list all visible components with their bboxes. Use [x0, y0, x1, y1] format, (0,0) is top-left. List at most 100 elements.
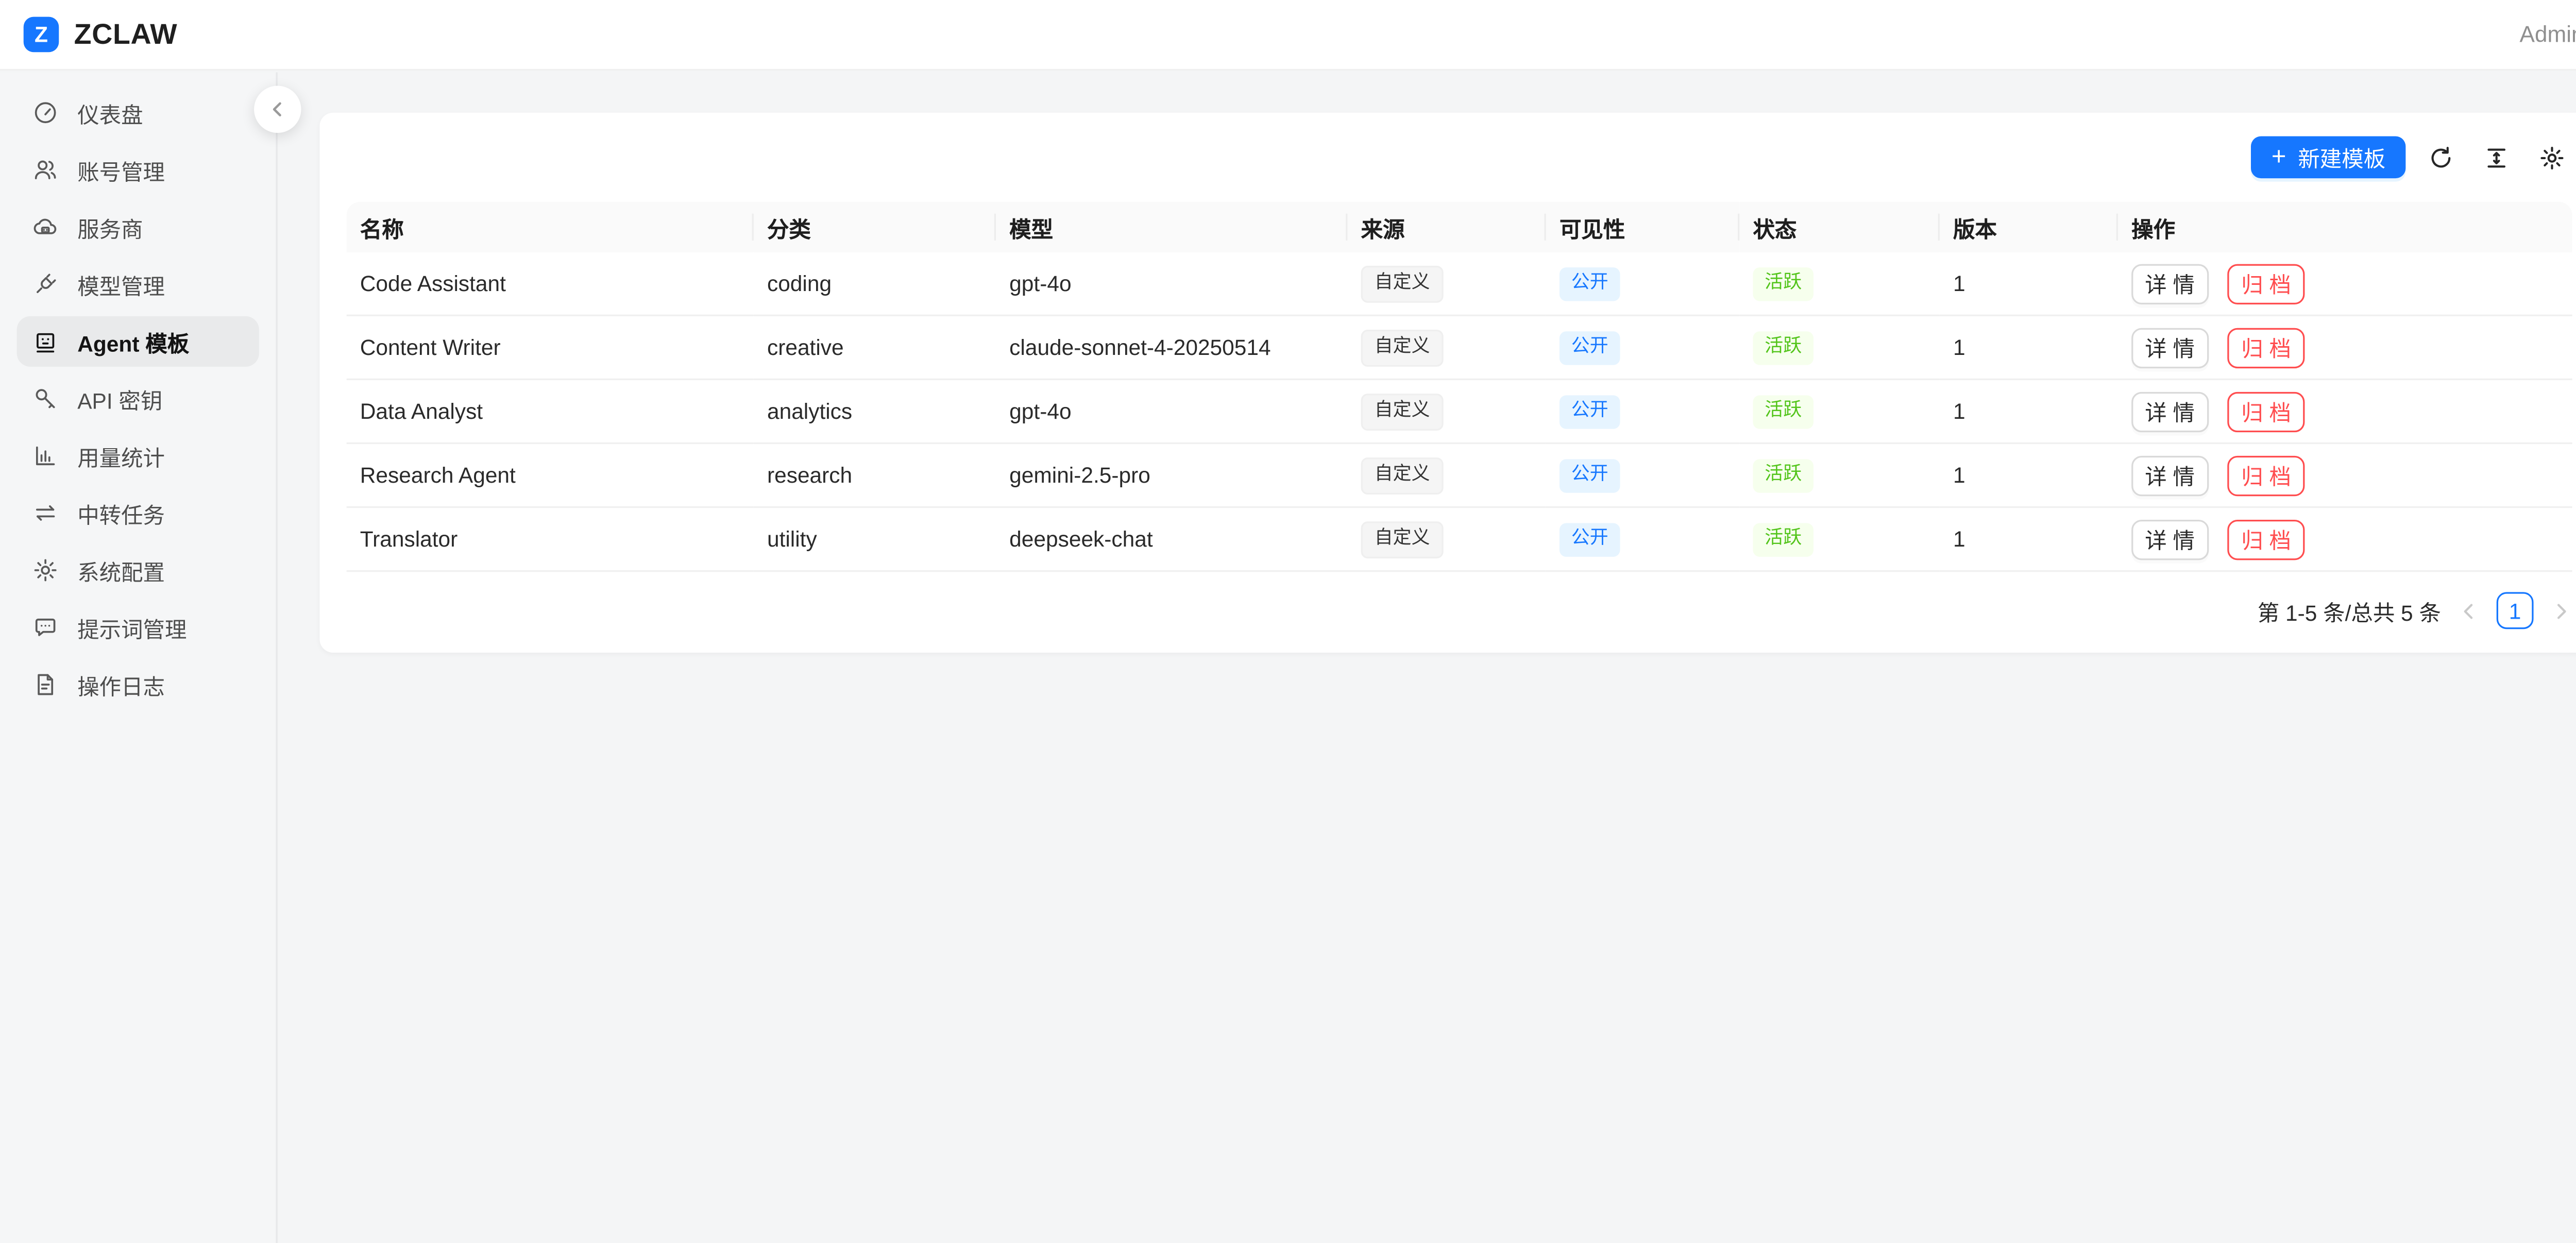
cell-category: creative — [754, 315, 996, 379]
cell-name: Code Assistant — [347, 252, 754, 315]
source-tag: 自定义 — [1361, 329, 1444, 366]
robot-icon — [32, 328, 59, 355]
refresh-icon-button[interactable] — [2426, 142, 2456, 173]
status-tag: 活跃 — [1753, 331, 1814, 364]
chevron-right-icon — [2550, 600, 2572, 621]
cell-name: Research Agent — [347, 443, 754, 507]
cell-category: utility — [754, 507, 996, 571]
new-template-label: 新建模板 — [2298, 141, 2385, 173]
status-tag: 活跃 — [1753, 458, 1814, 492]
app-root: Z ZCLAW Admin 仪表盘 账号管理 服务商 模型管理 Agent 模板… — [0, 0, 2576, 1243]
detail-button[interactable]: 详 情 — [2131, 455, 2208, 495]
sidebar-item-dashboard[interactable]: 仪表盘 — [17, 88, 259, 138]
main-content: + 新建模板 — [279, 72, 2576, 1243]
archive-button[interactable]: 归 档 — [2228, 327, 2304, 367]
table-row: Translator utility deepseek-chat 自定义 公开 … — [347, 507, 2572, 571]
cell-category: analytics — [754, 379, 996, 443]
table-header-row: 名称 分类 模型 来源 可见性 状态 版本 操作 — [347, 202, 2572, 252]
detail-button[interactable]: 详 情 — [2131, 263, 2208, 303]
cell-category: coding — [754, 252, 996, 315]
detail-button[interactable]: 详 情 — [2131, 519, 2208, 559]
swap-arrows-icon — [32, 500, 59, 526]
visibility-tag: 公开 — [1560, 395, 1620, 428]
archive-button[interactable]: 归 档 — [2228, 519, 2304, 559]
pagination-summary: 第 1-5 条/总共 5 条 — [2258, 594, 2441, 626]
message-icon — [32, 614, 59, 641]
status-tag: 活跃 — [1753, 267, 1814, 300]
archive-button[interactable]: 归 档 — [2228, 263, 2304, 303]
visibility-tag: 公开 — [1560, 267, 1620, 300]
cell-version: 1 — [1940, 315, 2118, 379]
pagination-next-button[interactable] — [2550, 600, 2572, 621]
detail-button[interactable]: 详 情 — [2131, 327, 2208, 367]
brand-name: ZCLAW — [74, 18, 178, 51]
column-height-icon-button[interactable] — [2481, 142, 2512, 173]
cell-name: Content Writer — [347, 315, 754, 379]
column-header-name: 名称 — [347, 202, 754, 252]
cell-version: 1 — [1940, 443, 2118, 507]
sidebar-item-models[interactable]: 模型管理 — [17, 259, 259, 310]
sidebar-item-label: 仪表盘 — [77, 97, 143, 129]
visibility-tag: 公开 — [1560, 331, 1620, 364]
refresh-icon — [2428, 144, 2454, 171]
templates-table: 名称 分类 模型 来源 可见性 状态 版本 操作 Code Assistant … — [347, 202, 2572, 572]
cell-version: 1 — [1940, 252, 2118, 315]
detail-button[interactable]: 详 情 — [2131, 391, 2208, 431]
sidebar-item-agent-templates[interactable]: Agent 模板 — [17, 316, 259, 367]
sidebar: 仪表盘 账号管理 服务商 模型管理 Agent 模板 API 密钥 用量统计 — [0, 72, 278, 1243]
sidebar-item-audit-logs[interactable]: 操作日志 — [17, 659, 259, 710]
column-header-source: 来源 — [1348, 202, 1546, 252]
sidebar-item-label: 模型管理 — [77, 268, 165, 300]
table-row: Content Writer creative claude-sonnet-4-… — [347, 315, 2572, 379]
source-tag: 自定义 — [1361, 393, 1444, 430]
archive-button[interactable]: 归 档 — [2228, 391, 2304, 431]
column-height-icon — [2483, 144, 2510, 171]
brand: Z ZCLAW — [24, 17, 178, 53]
cell-model: gemini-2.5-pro — [996, 443, 1347, 507]
users-icon — [32, 157, 59, 183]
sidebar-item-providers[interactable]: 服务商 — [17, 202, 259, 252]
sidebar-item-label: API 密钥 — [77, 383, 162, 415]
table-row: Data Analyst analytics gpt-4o 自定义 公开 活跃 … — [347, 379, 2572, 443]
column-header-version: 版本 — [1940, 202, 2118, 252]
visibility-tag: 公开 — [1560, 522, 1620, 556]
status-tag: 活跃 — [1753, 522, 1814, 556]
table-row: Code Assistant coding gpt-4o 自定义 公开 活跃 1… — [347, 252, 2572, 315]
status-tag: 活跃 — [1753, 395, 1814, 428]
sidebar-item-accounts[interactable]: 账号管理 — [17, 145, 259, 195]
sidebar-item-system-config[interactable]: 系统配置 — [17, 545, 259, 595]
cell-name: Data Analyst — [347, 379, 754, 443]
sidebar-item-label: 服务商 — [77, 211, 143, 243]
app-header: Z ZCLAW Admin — [0, 0, 2576, 71]
source-tag: 自定义 — [1361, 457, 1444, 494]
cell-category: research — [754, 443, 996, 507]
sidebar-item-label: 中转任务 — [77, 497, 165, 529]
sidebar-item-label: 提示词管理 — [77, 611, 187, 643]
bar-chart-icon — [32, 442, 59, 469]
archive-button[interactable]: 归 档 — [2228, 455, 2304, 495]
visibility-tag: 公开 — [1560, 458, 1620, 492]
key-icon — [32, 385, 59, 412]
table-toolbar: + 新建模板 — [347, 136, 2572, 178]
cell-version: 1 — [1940, 379, 2118, 443]
settings-icon-button[interactable] — [2537, 142, 2567, 173]
sidebar-item-usage-stats[interactable]: 用量统计 — [17, 431, 259, 481]
column-header-status: 状态 — [1739, 202, 1940, 252]
source-tag: 自定义 — [1361, 265, 1444, 302]
pagination-page-1[interactable]: 1 — [2497, 592, 2534, 629]
new-template-button[interactable]: + 新建模板 — [2251, 136, 2406, 178]
sidebar-item-label: 用量统计 — [77, 440, 165, 472]
cell-version: 1 — [1940, 507, 2118, 571]
user-menu[interactable]: Admin — [2520, 22, 2576, 47]
sidebar-item-label: 账号管理 — [77, 154, 165, 186]
sidebar-item-prompts[interactable]: 提示词管理 — [17, 602, 259, 653]
app-logo-icon: Z — [24, 17, 59, 53]
content-card: + 新建模板 — [319, 113, 2576, 653]
source-tag: 自定义 — [1361, 521, 1444, 558]
sidebar-collapse-button[interactable] — [254, 86, 301, 133]
sidebar-item-api-keys[interactable]: API 密钥 — [17, 373, 259, 424]
pagination-prev-button[interactable] — [2458, 600, 2480, 621]
sidebar-item-label: 系统配置 — [77, 554, 165, 586]
sidebar-item-relay-tasks[interactable]: 中转任务 — [17, 488, 259, 538]
plus-icon: + — [2272, 144, 2286, 169]
